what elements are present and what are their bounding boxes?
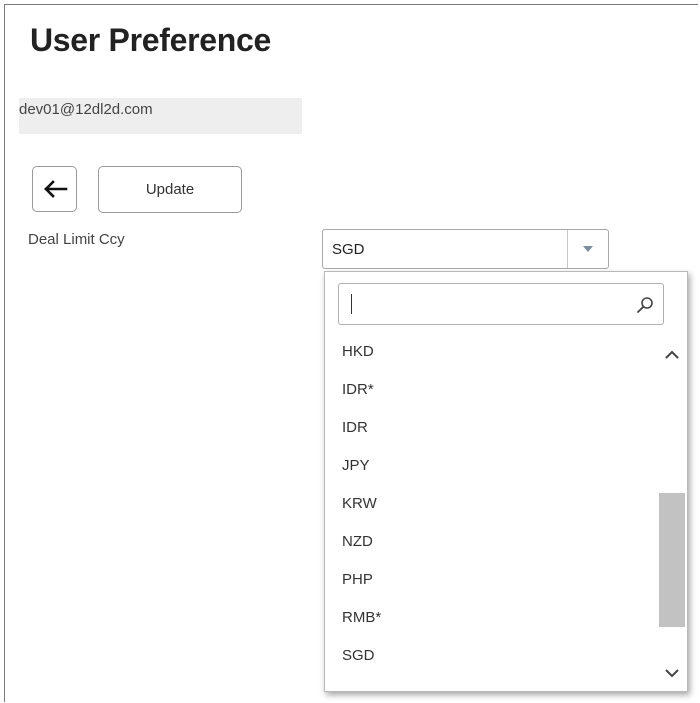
scroll-down-icon[interactable] xyxy=(663,664,681,682)
list-item-krw[interactable]: KRW xyxy=(342,492,377,516)
list-item-hkd[interactable]: HKD xyxy=(342,340,374,364)
list-item-jpy[interactable]: JPY xyxy=(342,454,370,478)
text-caret xyxy=(351,294,352,314)
select-value: SGD xyxy=(332,241,365,258)
currency-dropdown: HKD IDR* IDR JPY KRW NZD PHP RMB* SGD xyxy=(324,271,688,692)
scrollbar-thumb[interactable] xyxy=(659,493,685,627)
list-item-idr[interactable]: IDR xyxy=(342,416,368,440)
back-button[interactable] xyxy=(32,166,77,212)
dropdown-toggle[interactable] xyxy=(567,230,608,268)
caret-down-icon xyxy=(583,246,593,252)
list-item-sgd[interactable]: SGD xyxy=(342,644,375,668)
deal-limit-ccy-select[interactable]: SGD xyxy=(322,229,609,269)
page-title: User Preference xyxy=(30,22,271,58)
dropdown-search-input[interactable] xyxy=(345,292,633,316)
option-list: HKD IDR* IDR JPY KRW NZD PHP RMB* SGD xyxy=(325,340,655,690)
update-button[interactable]: Update xyxy=(98,166,242,213)
list-item-nzd[interactable]: NZD xyxy=(342,530,373,554)
list-item-idr-star[interactable]: IDR* xyxy=(342,378,374,402)
deal-limit-ccy-label: Deal Limit Ccy xyxy=(28,231,125,248)
arrow-left-icon xyxy=(43,180,67,198)
scroll-up-icon[interactable] xyxy=(663,346,681,364)
user-email: dev01@12dl2d.com xyxy=(19,98,302,134)
dropdown-search-box[interactable] xyxy=(338,283,664,325)
list-item-rmb-star[interactable]: RMB* xyxy=(342,606,381,630)
search-icon[interactable] xyxy=(636,296,654,314)
list-item-php[interactable]: PHP xyxy=(342,568,373,592)
